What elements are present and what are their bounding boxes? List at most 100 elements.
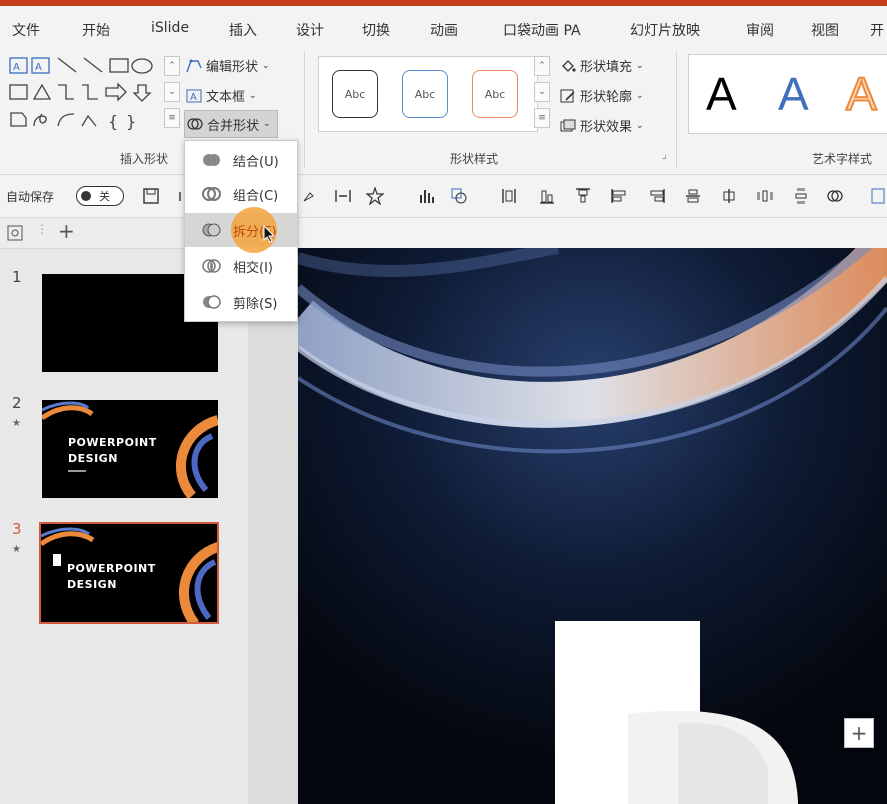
bar-chart-icon[interactable] [418,187,436,205]
thumb-underline [68,470,86,472]
merge-shapes-qat-icon[interactable] [826,187,844,205]
quick-access-toolbar: 自动保存 关 [0,175,887,218]
tab-more[interactable]: 开 [870,20,884,40]
paint-bucket-icon [562,59,576,72]
align-center-icon[interactable] [720,187,738,205]
chevron-down-icon: ⌄ [636,90,644,101]
format-painter-icon[interactable] [300,187,318,205]
edit-shape-label: 编辑形状 [206,60,259,75]
shape-effects-button[interactable]: 形状效果 ⌄ [560,116,644,135]
menu-item-combine[interactable]: 组合(C) [185,177,297,211]
distribute-horizontal-icon[interactable] [756,187,774,205]
svg-text:A: A [35,62,42,73]
shape-style-preset-dark[interactable]: Abc [332,70,378,118]
shape-fill-label: 形状填充 [580,60,633,75]
distribute-vertical-icon[interactable] [792,187,810,205]
svg-text:A: A [13,62,20,73]
menu-item-fragment-highlighted[interactable]: 拆分(F) [185,207,297,253]
union-icon [203,154,220,166]
align-right-icon[interactable] [648,187,666,205]
slide-background-graphic [298,248,887,804]
menu-item-union[interactable]: 结合(U) [185,143,297,177]
slide-thumbnail-2[interactable]: POWERPOINT DESIGN [42,400,218,498]
shape-fill-button[interactable]: 形状填充 ⌄ [560,56,644,75]
tab-insert[interactable]: 插入 [229,20,257,40]
tab-animations[interactable]: 动画 [430,20,458,40]
shape-style-preset-blue[interactable]: Abc [402,70,448,118]
merge-shapes-button[interactable]: 合并形状 ⌄ [184,110,278,138]
ribbon-separator [676,52,677,168]
save-icon[interactable] [142,187,160,205]
menu-item-intersect[interactable]: 相交(I) [185,249,297,283]
more-tools-icon[interactable] [868,187,886,205]
shape-effects-label: 形状效果 [580,120,633,135]
gallery-scroll-up[interactable]: ⌃ [164,56,180,76]
slide-canvas[interactable]: + [298,248,887,804]
tab-islide[interactable]: iSlide [151,20,189,36]
style-scroll-down[interactable]: ⌄ [534,82,550,102]
tab-design[interactable]: 设计 [296,20,324,40]
menu-item-label: 组合(C) [233,188,279,204]
wordart-preset-blue[interactable]: A [778,64,809,124]
wordart-preset-orange[interactable]: A [845,64,878,124]
edit-shape-icon [186,59,202,72]
menu-item-label: 相交(I) [233,260,273,276]
chevron-down-icon: ⌄ [249,90,257,101]
autosave-toggle[interactable]: 关 [76,186,124,206]
animation-star-icon: ★ [12,544,21,555]
group-label-wordart: 艺术字样式 [812,152,873,166]
add-slide-icon[interactable]: + [58,219,75,243]
shape-style-preset-orange[interactable]: Abc [472,70,518,118]
style-scroll-up[interactable]: ⌃ [534,56,550,76]
outline-view-icon[interactable] [6,224,24,242]
wordart-preset-black[interactable]: A [706,64,737,124]
slide-thumbnail-3-selected[interactable]: POWERPOINT DESIGN [39,522,219,624]
slide-number-selected: 3 [12,520,22,538]
tab-review[interactable]: 审阅 [746,20,774,40]
text-box-icon: A [186,89,202,103]
shape-gallery[interactable]: A A { } [8,56,166,134]
align-middle-icon[interactable] [684,187,702,205]
tab-view[interactable]: 视图 [811,20,839,40]
tab-file[interactable]: 文件 [12,20,40,40]
shape-outline-button[interactable]: 形状轮廓 ⌄ [560,86,644,105]
menu-bar: 文件 开始 iSlide 插入 设计 切换 动画 口袋动画 PA 幻灯片放映 审… [0,6,887,46]
add-element-button[interactable]: + [844,718,874,748]
edit-shape-button[interactable]: 编辑形状 ⌄ [186,56,270,75]
slide-number: 2 [12,394,22,412]
align-vertical-icon[interactable] [500,187,518,205]
dialog-launcher-icon[interactable]: ⌟ [662,150,667,161]
tab-home[interactable]: 开始 [82,20,110,40]
distribute-icon[interactable] [334,187,352,205]
align-top-icon[interactable] [574,187,592,205]
text-box-button[interactable]: A 文本框 ⌄ [186,86,257,105]
tab-slideshow[interactable]: 幻灯片放映 [630,20,700,40]
menu-item-subtract[interactable]: 剪除(S) [185,285,297,319]
align-bottom-icon[interactable] [538,187,556,205]
style-expand[interactable]: ≡ [534,108,550,128]
star-shape-icon[interactable] [366,187,384,205]
thumb-title-line1: POWERPOINT [68,436,157,449]
tab-transitions[interactable]: 切换 [362,20,390,40]
menu-item-label: 剪除(S) [233,296,278,312]
menu-item-label: 结合(U) [233,154,279,170]
chevron-down-icon: ⌄ [636,120,644,131]
animation-star-icon: ★ [12,418,21,429]
svg-text:A: A [190,92,197,103]
text-box-label: 文本框 [206,90,246,105]
mouse-cursor-icon [263,225,275,243]
gallery-scroll-down[interactable]: ⌄ [164,82,180,102]
merge-shapes-label: 合并形状 [207,118,260,134]
effects-icon [560,119,576,131]
align-left-icon[interactable] [610,187,628,205]
thumb-title-line1: POWERPOINT [67,562,156,575]
merge-shapes-menu: 结合(U) 组合(C) 拆分(F) 相交(I) 剪除(S) [184,140,298,322]
autosave-toggle-state: 关 [99,190,110,203]
tab-pocket-animation[interactable]: 口袋动画 PA [503,20,581,40]
slide-number: 1 [12,268,22,286]
group-label-insert-shapes: 插入形状 [120,152,169,166]
drag-handle-icon[interactable]: ⋮ [36,222,48,236]
gallery-expand[interactable]: ≡ [164,108,180,128]
shape-combo-icon[interactable] [450,187,468,205]
svg-text:}: } [126,112,136,131]
